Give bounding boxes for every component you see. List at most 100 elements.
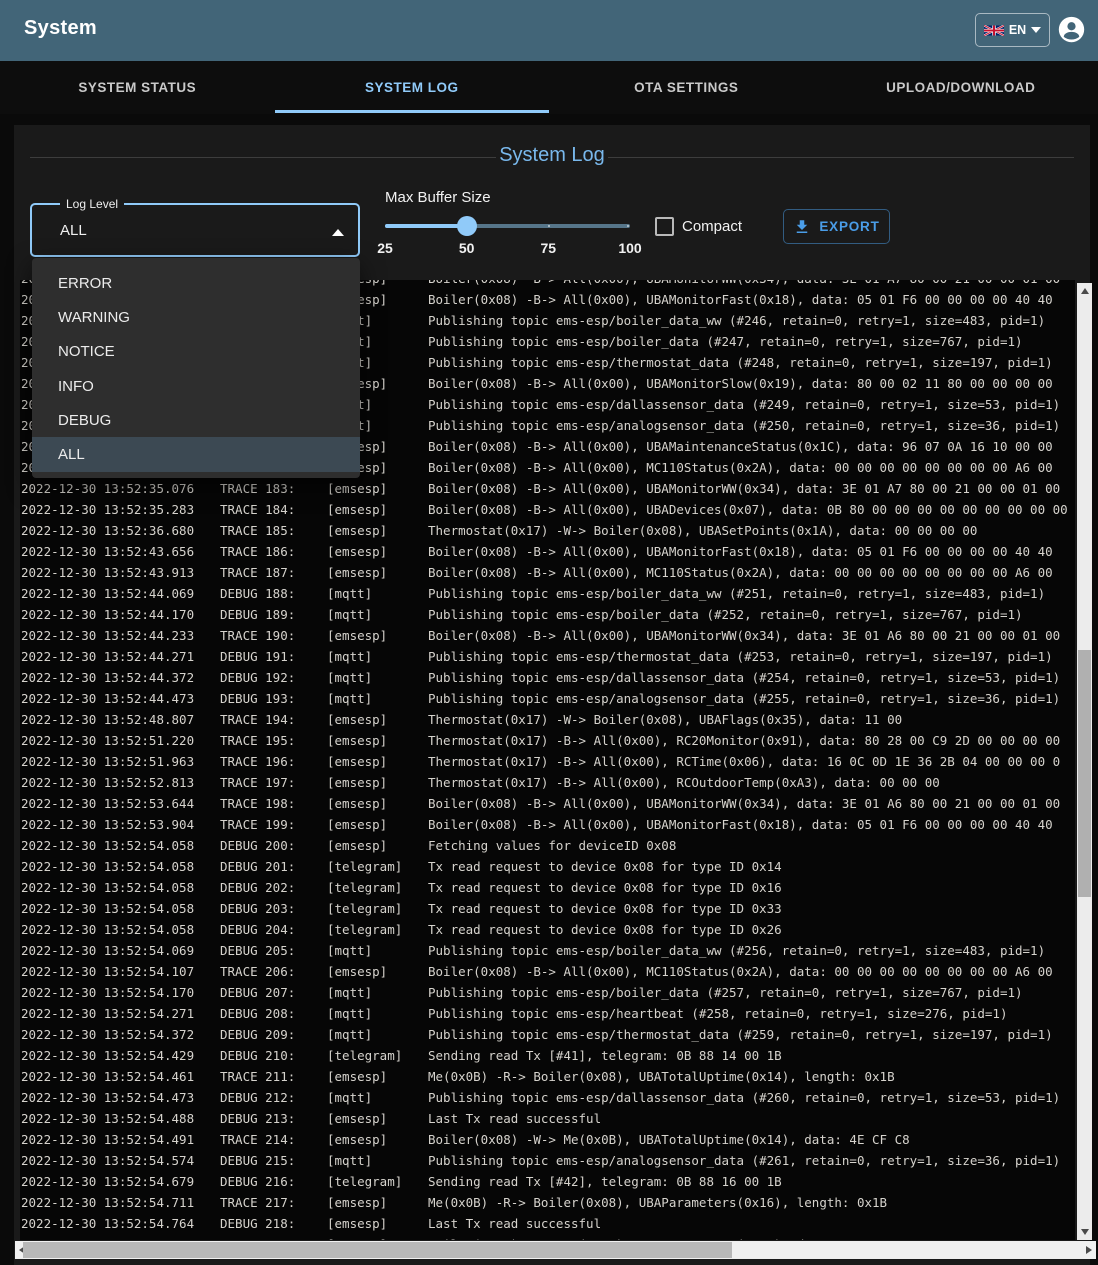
log-timestamp: 2022-12-30 13:52:44.372: [20, 667, 220, 688]
log-level: DEBUG 213:: [220, 1108, 327, 1129]
log-timestamp: 2022-12-30 13:52:43.656: [20, 541, 220, 562]
log-source: [emsesp]: [327, 520, 428, 541]
log-message: Me(0x0B) -R-> Boiler(0x08), UBAParameter…: [428, 1192, 887, 1213]
log-message: Publishing topic ems-esp/dallassensor_da…: [428, 394, 1060, 415]
log-timestamp: 2022-12-30 13:52:54.107: [20, 961, 220, 982]
horizontal-scrollbar[interactable]: [15, 1241, 1096, 1259]
log-message: Boiler(0x08) -B-> All(0x00), UBAMaintena…: [428, 436, 1053, 457]
log-level: DEBUG 207:: [220, 982, 327, 1003]
download-icon: [793, 218, 811, 236]
slider-mark-100: 100: [610, 240, 650, 256]
menu-item-debug[interactable]: DEBUG: [32, 403, 360, 437]
slider-mark-75: 75: [528, 240, 568, 256]
log-level: DEBUG 201:: [220, 856, 327, 877]
tab-system-status[interactable]: SYSTEM STATUS: [0, 61, 275, 113]
log-source: [emsesp]: [327, 730, 428, 751]
log-source: [emsesp]: [327, 1066, 428, 1087]
menu-item-notice[interactable]: NOTICE: [32, 335, 360, 369]
log-row: 2022-12-30 13:52:54.488DEBUG 213:[emsesp…: [20, 1108, 1075, 1129]
log-message: Sending read Tx [#41], telegram: 0B 88 1…: [428, 1045, 782, 1066]
slider-mark-50: 50: [447, 240, 487, 256]
log-source: [mqtt]: [327, 1003, 428, 1024]
log-level: DEBUG 203:: [220, 898, 327, 919]
menu-item-warning[interactable]: WARNING: [32, 300, 360, 334]
log-source: [telegram]: [327, 877, 428, 898]
log-timestamp: 2022-12-30 13:52:44.473: [20, 688, 220, 709]
log-level: TRACE 217:: [220, 1192, 327, 1213]
menu-item-all[interactable]: ALL: [32, 437, 360, 471]
log-level: DEBUG 200:: [220, 835, 327, 856]
log-timestamp: 2022-12-30 13:52:35.283: [20, 499, 220, 520]
menu-item-info[interactable]: INFO: [32, 369, 360, 403]
language-selector-button[interactable]: EN: [975, 13, 1050, 47]
slider-thumb[interactable]: [457, 216, 477, 236]
export-button[interactable]: EXPORT: [783, 209, 890, 244]
log-row: 2022-12-30 13:52:44.170DEBUG 189:[mqtt]P…: [20, 604, 1075, 625]
log-message: Publishing topic ems-esp/boiler_data (#2…: [428, 604, 1023, 625]
scroll-down-arrow-icon[interactable]: [1081, 1229, 1089, 1235]
buffer-size-slider[interactable]: [385, 216, 630, 236]
log-timestamp: 2022-12-30 13:52:54.488: [20, 1108, 220, 1129]
max-buffer-size-label: Max Buffer Size: [385, 189, 491, 206]
log-level: TRACE 214:: [220, 1129, 327, 1150]
log-timestamp: 2022-12-30 13:52:54.058: [20, 835, 220, 856]
log-level: DEBUG 188:: [220, 583, 327, 604]
log-message: Boiler(0x08) -B-> All(0x00), UBAMonitorW…: [428, 793, 1060, 814]
tab-ota-settings[interactable]: OTA SETTINGS: [549, 61, 824, 113]
account-circle-icon[interactable]: [1057, 15, 1086, 44]
log-timestamp: 2022-12-30 13:52:54.679: [20, 1171, 220, 1192]
chevron-up-icon: [332, 229, 344, 236]
log-level: DEBUG 215:: [220, 1150, 327, 1171]
log-level: DEBUG 192:: [220, 667, 327, 688]
log-row: 2022-12-30 13:52:54.058DEBUG 201:[telegr…: [20, 856, 1075, 877]
log-source: [mqtt]: [327, 1024, 428, 1045]
log-row: 2022-12-30 13:52:51.963TRACE 196:[emsesp…: [20, 751, 1075, 772]
uk-flag-icon: [984, 25, 1004, 36]
scroll-right-arrow-icon[interactable]: [1086, 1246, 1092, 1254]
log-timestamp: 2022-12-30 13:52:51.963: [20, 751, 220, 772]
compact-label: Compact: [682, 218, 742, 235]
log-timestamp: 2022-12-30 13:52:54.461: [20, 1066, 220, 1087]
menu-item-error[interactable]: ERROR: [32, 266, 360, 300]
tab-system-log[interactable]: SYSTEM LOG: [275, 61, 550, 113]
log-row: 2022-12-30 13:52:54.711TRACE 217:[emsesp…: [20, 1192, 1075, 1213]
log-source: [emsesp]: [327, 562, 428, 583]
slider-tick-100: [627, 225, 629, 227]
log-message: Publishing topic ems-esp/boiler_data_ww …: [428, 310, 1045, 331]
scroll-up-arrow-icon[interactable]: [1081, 288, 1089, 294]
log-row: 2022-12-30 13:52:54.764DEBUG 218:[emsesp…: [20, 1213, 1075, 1234]
page-title: System: [24, 17, 97, 40]
log-row: 2022-12-30 13:52:44.069DEBUG 188:[mqtt]P…: [20, 583, 1075, 604]
compact-checkbox[interactable]: [655, 217, 674, 236]
log-level: TRACE 184:: [220, 499, 327, 520]
log-source: [telegram]: [327, 1171, 428, 1192]
log-row: 2022-12-30 13:52:53.644TRACE 198:[emsesp…: [20, 793, 1075, 814]
horizontal-scrollbar-thumb[interactable]: [23, 1242, 732, 1258]
log-level-select[interactable]: Log Level ALL: [30, 203, 360, 257]
log-message: Publishing topic ems-esp/thermostat_data…: [428, 352, 1053, 373]
log-timestamp: 2022-12-30 13:52:43.913: [20, 562, 220, 583]
log-timestamp: 2022-12-30 13:52:54.058: [20, 898, 220, 919]
vertical-scrollbar[interactable]: [1077, 283, 1092, 1240]
log-row: 2022-12-30 13:52:54.058DEBUG 202:[telegr…: [20, 877, 1075, 898]
log-source: [emsesp]: [327, 1234, 428, 1240]
log-timestamp: 2022-12-30 13:52:54.768: [20, 1234, 220, 1240]
log-source: [mqtt]: [327, 688, 428, 709]
log-timestamp: 2022-12-30 13:52:35.076: [20, 478, 220, 499]
log-source: [emsesp]: [327, 814, 428, 835]
log-message: Boiler(0x08) -B-> All(0x00), UBADevices(…: [428, 499, 1075, 520]
log-row: 2022-12-30 13:52:43.913TRACE 187:[emsesp…: [20, 562, 1075, 583]
log-level: DEBUG 189:: [220, 604, 327, 625]
tab-upload-download[interactable]: UPLOAD/DOWNLOAD: [824, 61, 1098, 113]
log-row: 2022-12-30 13:52:43.656TRACE 186:[emsesp…: [20, 541, 1075, 562]
active-tab-indicator: [275, 110, 550, 113]
log-row: 2022-12-30 13:52:44.233TRACE 190:[emsesp…: [20, 625, 1075, 646]
log-source: [emsesp]: [327, 835, 428, 856]
vertical-scrollbar-thumb[interactable]: [1078, 650, 1091, 897]
log-timestamp: 2022-12-30 13:52:44.069: [20, 583, 220, 604]
log-source: [emsesp]: [327, 709, 428, 730]
log-message: Thermostat(0x17) -B-> All(0x00), RCTime(…: [428, 751, 1060, 772]
log-row: 2022-12-30 13:52:48.807TRACE 194:[emsesp…: [20, 709, 1075, 730]
log-message: Boiler(0x08) -B-> All(0x00), UBAMonitorW…: [428, 625, 1060, 646]
log-source: [telegram]: [327, 919, 428, 940]
